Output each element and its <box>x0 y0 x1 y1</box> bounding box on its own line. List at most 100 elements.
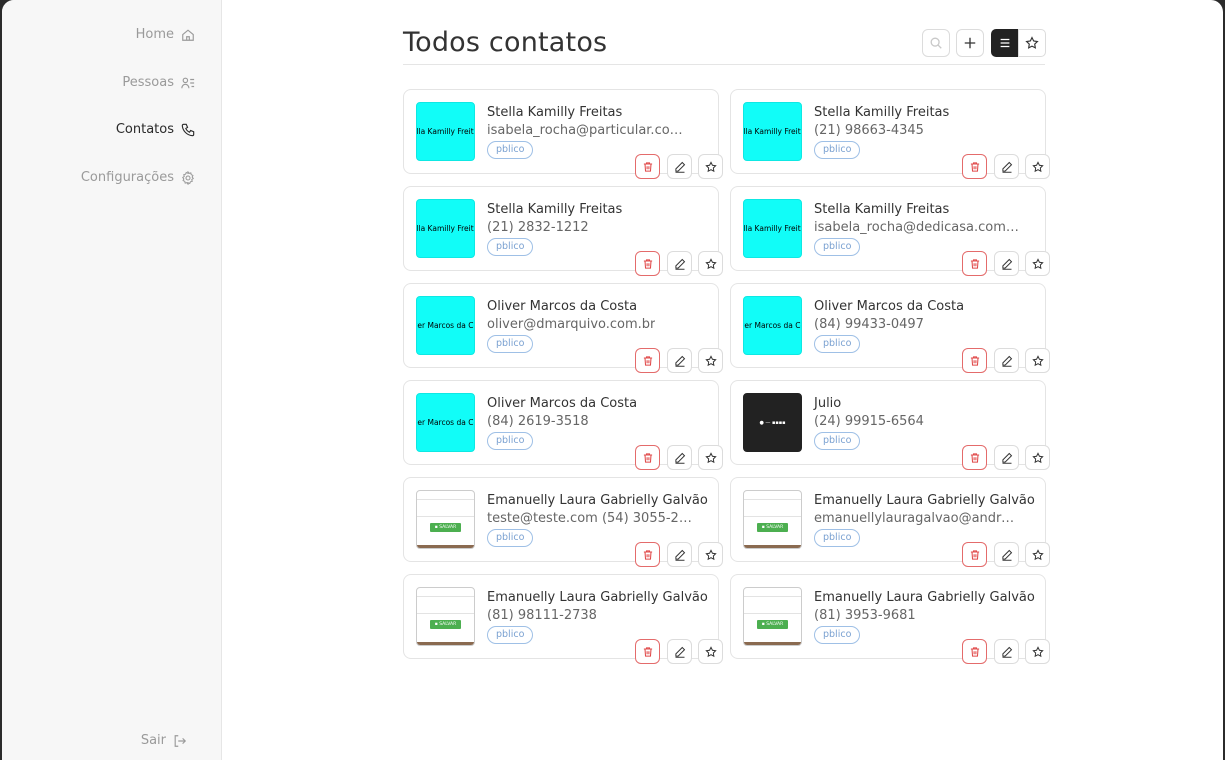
delete-button[interactable] <box>962 348 987 373</box>
pencil-icon <box>1001 452 1012 464</box>
contact-avatar: ver Marcos da Co <box>743 296 802 355</box>
delete-button[interactable] <box>962 445 987 470</box>
favorite-button[interactable] <box>698 251 723 276</box>
contact-name: Oliver Marcos da Costa <box>814 299 965 314</box>
edit-button[interactable] <box>994 154 1019 179</box>
favorite-button[interactable] <box>1025 251 1050 276</box>
visibility-badge: pblico <box>814 335 861 353</box>
favorite-button[interactable] <box>1025 639 1050 664</box>
contact-card[interactable]: ▪ SALVAR Emanuelly Laura Gabrielly Galvão… <box>403 477 723 567</box>
edit-button[interactable] <box>667 639 692 664</box>
trash-icon <box>970 161 979 172</box>
contact-card[interactable]: ver Marcos da Co Oliver Marcos da Costa (8… <box>403 380 723 470</box>
logout-button[interactable]: Sair <box>141 733 187 748</box>
edit-button[interactable] <box>667 154 692 179</box>
delete-button[interactable] <box>635 348 660 373</box>
delete-button[interactable] <box>962 251 987 276</box>
favorite-button[interactable] <box>1025 542 1050 567</box>
list-view-button[interactable] <box>991 29 1018 57</box>
contact-card[interactable]: tella Kamilly Freitas Stella Kamilly Frei… <box>730 89 1050 179</box>
sidebar-item-home[interactable]: Home <box>136 27 195 42</box>
favorites-filter-button[interactable] <box>1018 29 1046 57</box>
visibility-badge: pblico <box>487 335 534 353</box>
star-icon <box>704 257 717 269</box>
trash-icon <box>643 452 652 463</box>
delete-button[interactable] <box>962 639 987 664</box>
pencil-icon <box>674 161 685 173</box>
contact-avatar: ▪ SALVAR <box>743 490 802 549</box>
trash-icon <box>970 355 979 366</box>
favorite-button[interactable] <box>1025 348 1050 373</box>
trash-icon <box>970 258 979 269</box>
visibility-badge: pblico <box>814 141 861 159</box>
sidebar-item-configuracoes[interactable]: Configurações <box>81 170 195 185</box>
contact-avatar: ▪ SALVAR <box>416 587 475 646</box>
delete-button[interactable] <box>635 639 660 664</box>
delete-button[interactable] <box>635 251 660 276</box>
edit-button[interactable] <box>994 348 1019 373</box>
favorite-button[interactable] <box>698 445 723 470</box>
contact-card[interactable]: ▪ SALVAR Emanuelly Laura Gabrielly Galvão… <box>730 574 1050 664</box>
contact-avatar: ▪ SALVAR <box>743 587 802 646</box>
contact-card[interactable]: tella Kamilly Freitas Stella Kamilly Frei… <box>403 89 723 179</box>
favorite-button[interactable] <box>698 154 723 179</box>
pencil-icon <box>1001 258 1012 270</box>
edit-button[interactable] <box>667 348 692 373</box>
contact-card[interactable]: ver Marcos da Co Oliver Marcos da Costa ol… <box>403 283 723 373</box>
pencil-icon <box>1001 646 1012 658</box>
sidebar-item-contatos[interactable]: Contatos <box>116 122 195 137</box>
sidebar-item-pessoas[interactable]: Pessoas <box>122 75 195 90</box>
edit-button[interactable] <box>667 445 692 470</box>
main-content: Todos contatos tella Kamilly Freitas Stel… <box>222 0 1223 760</box>
thumb-text: tella Kamilly Freitas <box>743 127 801 136</box>
thumb-text: ver Marcos da Co <box>743 321 802 330</box>
contact-name: Emanuelly Laura Gabrielly Galvão <box>814 493 1035 508</box>
favorite-button[interactable] <box>1025 445 1050 470</box>
contact-card[interactable]: tella Kamilly Freitas Stella Kamilly Frei… <box>403 186 723 276</box>
pencil-icon <box>1001 161 1012 173</box>
edit-button[interactable] <box>994 542 1019 567</box>
contact-avatar: ver Marcos da Co <box>416 296 475 355</box>
list-view-icon <box>1000 38 1009 48</box>
delete-button[interactable] <box>635 445 660 470</box>
favorite-button[interactable] <box>698 542 723 567</box>
contact-name: Stella Kamilly Freitas <box>814 105 950 120</box>
edit-button[interactable] <box>994 639 1019 664</box>
contact-card[interactable]: tella Kamilly Freitas Stella Kamilly Frei… <box>730 186 1050 276</box>
edit-button[interactable] <box>994 445 1019 470</box>
contact-name: Stella Kamilly Freitas <box>487 202 623 217</box>
sidebar-item-label: Home <box>135 27 174 42</box>
contact-card[interactable]: ▪ SALVAR Emanuelly Laura Gabrielly Galvão… <box>730 477 1050 567</box>
star-icon <box>1025 36 1039 49</box>
search-button[interactable] <box>922 29 950 57</box>
edit-button[interactable] <box>667 542 692 567</box>
delete-button[interactable] <box>635 542 660 567</box>
star-icon <box>704 354 717 366</box>
contact-name: Julio <box>814 396 842 411</box>
star-icon <box>1031 257 1044 269</box>
gear-icon <box>182 170 194 185</box>
edit-button[interactable] <box>994 251 1019 276</box>
delete-button[interactable] <box>962 154 987 179</box>
add-contact-button[interactable] <box>956 29 984 57</box>
edit-button[interactable] <box>667 251 692 276</box>
thumb-save-label: ▪ SALVAR <box>429 523 462 532</box>
contact-card[interactable]: ▪ SALVAR Emanuelly Laura Gabrielly Galvão… <box>403 574 723 664</box>
contact-info: (81) 98111-2738 <box>487 608 597 623</box>
contact-card[interactable]: ● — ▪▪▪▪ Julio (24) 99915-6564 pblico <box>730 380 1050 470</box>
contact-name: Emanuelly Laura Gabrielly Galvão <box>487 590 708 605</box>
contact-avatar: tella Kamilly Freitas <box>743 102 802 161</box>
contact-info: (21) 2832-1212 <box>487 220 589 235</box>
delete-button[interactable] <box>962 542 987 567</box>
contact-card[interactable]: ver Marcos da Co Oliver Marcos da Costa (8… <box>730 283 1050 373</box>
sidebar-item-label: Configurações <box>80 170 174 185</box>
delete-button[interactable] <box>635 154 660 179</box>
favorite-button[interactable] <box>698 348 723 373</box>
pencil-icon <box>674 355 685 367</box>
favorite-button[interactable] <box>1025 154 1050 179</box>
contact-info: (84) 99433-0497 <box>814 317 924 332</box>
favorite-button[interactable] <box>698 639 723 664</box>
thumb-text: tella Kamilly Freitas <box>743 224 801 233</box>
logout-label: Sair <box>140 733 166 748</box>
star-icon <box>1031 548 1044 560</box>
